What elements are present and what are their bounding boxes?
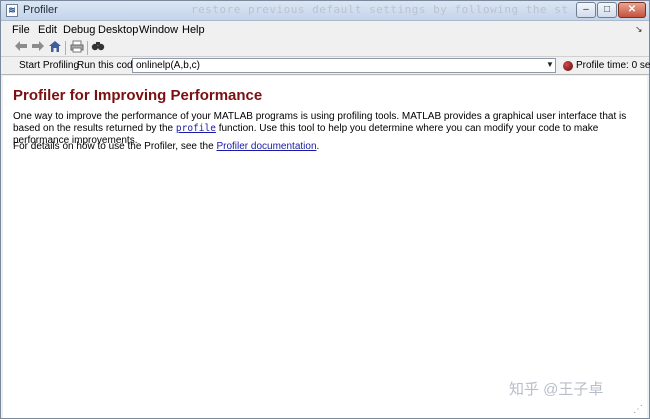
menu-desktop[interactable]: Desktop [98, 24, 138, 36]
profile-bar: Start Profiling Run this code: onlinelp(… [1, 57, 650, 75]
minimize-button[interactable]: – [576, 2, 596, 18]
profile-function-link[interactable]: profile [176, 123, 216, 134]
window-title: Profiler [23, 4, 58, 16]
back-arrow-icon[interactable] [13, 40, 29, 56]
menu-edit[interactable]: Edit [38, 24, 57, 36]
profiler-window: ≋ Profiler restore previous default sett… [0, 0, 650, 419]
page-title: Profiler for Improving Performance [13, 87, 263, 104]
profile-status-icon [563, 61, 573, 71]
resize-grip-icon[interactable]: ⋰ [633, 404, 643, 415]
run-code-dropdown-icon[interactable]: ▼ [546, 60, 554, 69]
profiler-documentation-link[interactable]: Profiler documentation [216, 141, 316, 152]
background-ghost-text: restore previous default settings by fol… [191, 3, 569, 16]
menu-bar: File Edit Debug Desktop Window Help ↘ [1, 22, 649, 39]
toolbar [1, 39, 649, 57]
profiler-content: Profiler for Improving Performance One w… [3, 76, 647, 418]
documentation-paragraph: For details on how to use the Profiler, … [13, 141, 320, 152]
close-button[interactable]: ✕ [618, 2, 646, 18]
title-bar: ≋ Profiler restore previous default sett… [1, 1, 649, 21]
home-icon[interactable] [47, 40, 63, 56]
matlab-app-icon: ≋ [6, 4, 18, 17]
menu-file[interactable]: File [12, 24, 30, 36]
profile-time-readout: Profile time: 0 sec [576, 60, 650, 71]
start-profiling-button[interactable]: Start Profiling [19, 60, 79, 71]
watermark: 知乎 @王子卓 [509, 381, 604, 398]
undock-arrow-icon[interactable]: ↘ [635, 24, 643, 35]
menu-help[interactable]: Help [182, 24, 205, 36]
find-icon[interactable] [90, 40, 106, 56]
forward-arrow-icon[interactable] [30, 40, 46, 56]
menu-debug[interactable]: Debug [63, 24, 95, 36]
maximize-button[interactable]: □ [597, 2, 617, 18]
run-code-input[interactable]: onlinelp(A,b,c) [132, 58, 556, 73]
menu-window[interactable]: Window [139, 24, 178, 36]
print-icon[interactable] [69, 40, 85, 56]
toolbar-separator [65, 41, 66, 55]
toolbar-separator [87, 41, 88, 55]
